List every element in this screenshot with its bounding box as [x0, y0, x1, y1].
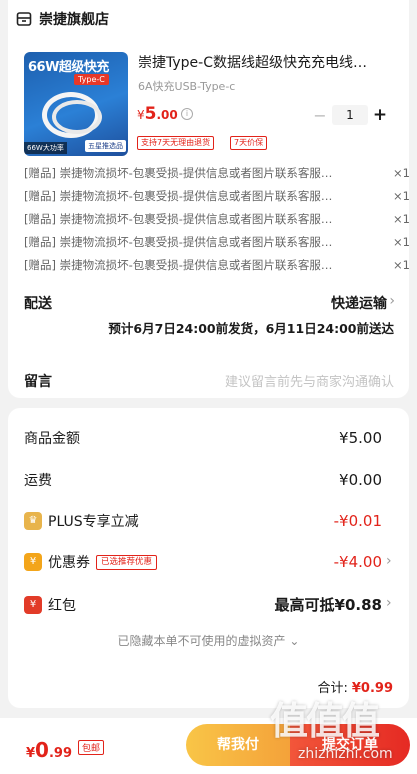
- quantity-stepper: − 1 +: [308, 104, 394, 126]
- plus-discount-value: -¥0.01: [333, 512, 382, 530]
- free-shipping-tag: 包邮: [78, 740, 105, 755]
- quantity-decrease-button[interactable]: −: [308, 106, 332, 125]
- gift-text: [赠品] 崇捷物流损坏-包裹受损-提供信息或者图片联系客服…: [24, 166, 333, 180]
- gift-quantity: ×1: [393, 235, 410, 249]
- checkout-price-currency: ¥: [26, 746, 36, 761]
- thumbnail-title: 66W超级快充: [28, 60, 109, 75]
- gift-quantity: ×1: [393, 212, 410, 226]
- hongbao-chevron-icon[interactable]: ›: [386, 595, 392, 611]
- gift-item[interactable]: [赠品] 崇捷物流损坏-包裹受损-提供信息或者图片联系客服… ×1: [24, 187, 410, 205]
- hongbao-value[interactable]: 最高可抵¥0.88: [275, 594, 382, 615]
- shipping-label: 配送: [24, 296, 52, 312]
- coupon-icon: ¥: [24, 553, 42, 571]
- thumbnail-badge-power: 66W大功率: [24, 142, 67, 154]
- shipping-chevron-icon[interactable]: ›: [389, 293, 395, 309]
- product-thumbnail[interactable]: 66W超级快充 Type-C 66W大功率 五星推选品: [24, 52, 128, 156]
- shop-name: 崇捷旗舰店: [39, 12, 109, 28]
- coupon-label-group: ¥ 优惠券 已选推荐优惠: [24, 552, 158, 572]
- price-protection-tag: 7天价保: [230, 136, 268, 150]
- hidden-assets-toggle[interactable]: 已隐藏本单不可使用的虚拟资产 ⌄: [0, 632, 417, 649]
- product-title[interactable]: 崇捷Type-C数据线超级快充充电线…: [138, 52, 390, 72]
- quantity-increase-button[interactable]: +: [368, 105, 392, 125]
- price-info-icon[interactable]: i: [181, 108, 193, 120]
- gift-text: [赠品] 崇捷物流损坏-包裹受损-提供信息或者图片联系客服…: [24, 189, 333, 203]
- watermark-url: zhizhizhi.com: [298, 746, 393, 762]
- goods-amount-value: ¥5.00: [339, 429, 382, 447]
- gift-item[interactable]: [赠品] 崇捷物流损坏-包裹受损-提供信息或者图片联系客服… ×1: [24, 233, 410, 251]
- coupon-selected-chip: 已选推荐优惠: [96, 554, 158, 570]
- coupon-row[interactable]: ¥ 优惠券 已选推荐优惠 -¥4.00: [24, 552, 382, 572]
- coupon-label: 优惠券: [48, 555, 90, 571]
- freight-value: ¥0.00: [339, 471, 382, 489]
- gift-text: [赠品] 崇捷物流损坏-包裹受损-提供信息或者图片联系客服…: [24, 235, 333, 249]
- chevron-down-icon: ⌄: [289, 634, 300, 648]
- gift-text: [赠品] 崇捷物流损坏-包裹受损-提供信息或者图片联系客服…: [24, 258, 333, 272]
- red-envelope-icon: ¥: [24, 595, 42, 614]
- gift-item[interactable]: [赠品] 崇捷物流损坏-包裹受损-提供信息或者图片联系客服… ×1: [24, 210, 410, 228]
- price-currency: ¥: [137, 108, 145, 122]
- hongbao-row[interactable]: ¥ 红包 最高可抵¥0.88: [24, 594, 382, 615]
- thumbnail-subtitle: Type-C: [74, 74, 109, 85]
- goods-amount-row: 商品金额 ¥5.00: [24, 428, 382, 448]
- shop-header[interactable]: 崇捷旗舰店: [16, 8, 109, 30]
- hidden-assets-text: 已隐藏本单不可使用的虚拟资产: [117, 634, 286, 648]
- product-spec[interactable]: 6A快充USB-Type-c: [138, 78, 235, 94]
- checkout-price-integer: 0: [35, 738, 49, 762]
- shop-icon: [16, 11, 32, 27]
- gift-quantity: ×1: [393, 189, 410, 203]
- coupon-chevron-icon[interactable]: ›: [386, 553, 392, 569]
- gift-item[interactable]: [赠品] 崇捷物流损坏-包裹受损-提供信息或者图片联系客服… ×1: [24, 164, 410, 182]
- thumbnail-badge-rating: 五星推选品: [85, 140, 126, 152]
- product-price: ¥ 5 .00: [137, 104, 178, 124]
- hongbao-label-group: ¥ 红包: [24, 595, 76, 615]
- plus-badge-icon: ♛: [24, 512, 42, 530]
- plus-discount-label-group: ♛ PLUS专享立减: [24, 511, 139, 531]
- checkout-price-decimal: .99: [48, 746, 72, 761]
- return-policy-tag: 支持7天无理由退货: [137, 136, 215, 150]
- freight-label: 运费: [24, 473, 52, 489]
- cable-illustration-inner: [52, 100, 102, 134]
- plus-discount-row: ♛ PLUS专享立减 -¥0.01: [24, 511, 382, 531]
- hongbao-label: 红包: [48, 597, 76, 614]
- plus-discount-label: PLUS专享立减: [48, 514, 139, 530]
- freight-row: 运费 ¥0.00: [24, 470, 382, 490]
- shipping-method[interactable]: 快递运输: [331, 293, 387, 313]
- price-decimal: .00: [156, 108, 178, 122]
- delivery-estimate: 预计6月7日24:00前发货，6月11日24:00前送达: [108, 321, 394, 336]
- gift-text: [赠品] 崇捷物流损坏-包裹受损-提供信息或者图片联系客服…: [24, 212, 333, 226]
- coupon-value[interactable]: -¥4.00: [334, 553, 382, 571]
- watermark-logo: 值值值: [270, 699, 380, 743]
- goods-amount-label: 商品金额: [24, 431, 80, 447]
- gift-quantity: ×1: [393, 258, 410, 272]
- gift-quantity: ×1: [393, 166, 410, 180]
- price-integer: 5: [144, 104, 157, 124]
- checkout-price: ¥ 0 .99: [26, 738, 72, 762]
- gift-item[interactable]: [赠品] 崇捷物流损坏-包裹受损-提供信息或者图片联系客服… ×1: [24, 256, 410, 274]
- message-input[interactable]: 建议留言前先与商家沟通确认: [225, 371, 394, 390]
- message-label: 留言: [24, 374, 52, 390]
- quantity-value[interactable]: 1: [332, 105, 368, 125]
